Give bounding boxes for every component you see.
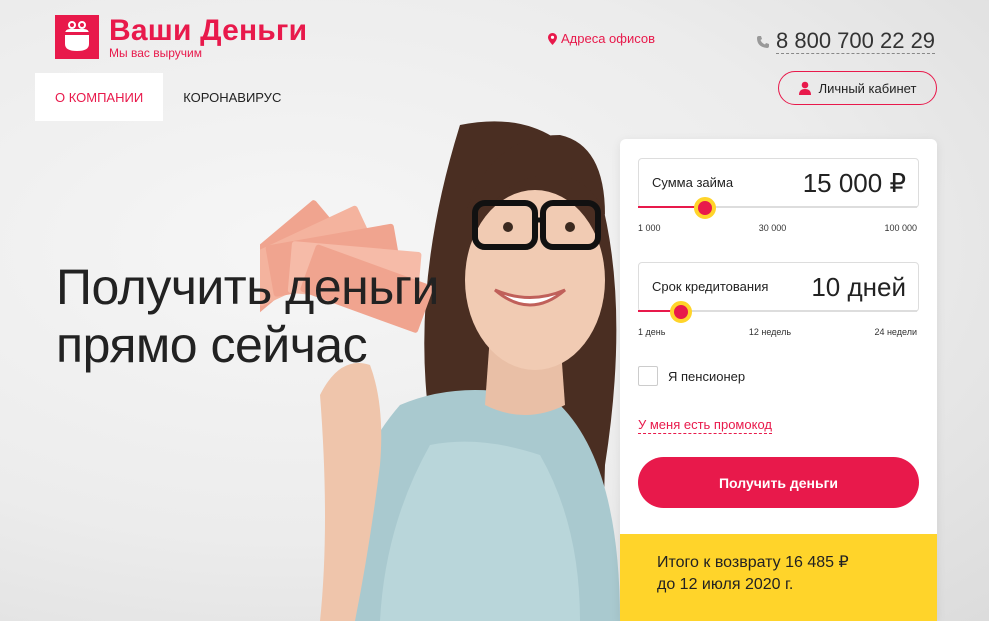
- office-address-link[interactable]: Адреса офисов: [548, 31, 655, 46]
- loan-term-slider[interactable]: [638, 301, 917, 323]
- loan-amount-tick-max: 100 000: [884, 223, 917, 233]
- loan-term-slider-thumb[interactable]: [670, 301, 693, 323]
- loan-term-tick-max: 24 недели: [874, 327, 917, 337]
- loan-amount-ticks: 1 000 30 000 100 000: [638, 223, 917, 233]
- brand-tagline: Мы вас выручим: [109, 46, 202, 60]
- phone-icon: [757, 35, 769, 48]
- loan-term-value: 10 дней: [811, 272, 906, 302]
- loan-amount-slider[interactable]: [638, 197, 917, 219]
- pensioner-label: Я пенсионер: [668, 368, 746, 384]
- loan-term-tick-mid: 12 недель: [748, 327, 792, 337]
- loan-term-tick-min: 1 день: [638, 327, 666, 337]
- loan-term-ticks: 1 день 12 недель 24 недели: [638, 327, 917, 337]
- user-icon: [798, 81, 811, 95]
- loan-term-label: Срок кредитования: [652, 279, 769, 294]
- phone-link[interactable]: 8 800 700 22 29: [756, 28, 936, 54]
- personal-account-button[interactable]: Личный кабинет: [778, 71, 937, 105]
- pensioner-checkbox-row[interactable]: Я пенсионер: [638, 366, 745, 386]
- pensioner-checkbox[interactable]: [638, 366, 658, 386]
- loan-calculator: Сумма займа 15 000 ₽ 1 000 30 000 100 00…: [620, 139, 937, 621]
- repayment-summary: Итого к возврату 16 485 ₽ до 12 июля 202…: [620, 534, 937, 621]
- hero-headline-line2: прямо сейчас: [56, 317, 368, 373]
- wallet-icon: [55, 15, 99, 59]
- promo-code-link[interactable]: У меня есть промокод: [638, 417, 772, 434]
- loan-amount-label: Сумма займа: [652, 175, 734, 190]
- hero-headline-line1: Получить деньги: [56, 259, 439, 315]
- loan-amount-field[interactable]: Сумма займа 15 000 ₽: [638, 158, 919, 208]
- repayment-total: Итого к возврату 16 485 ₽: [657, 554, 849, 571]
- loan-amount-value: 15 000 ₽: [802, 168, 906, 198]
- personal-account-label: Личный кабинет: [818, 80, 917, 96]
- repayment-date: до 12 июля 2020 г.: [657, 576, 794, 593]
- brand-name: Ваши Деньги: [109, 14, 308, 47]
- nav-item-about[interactable]: О КОМПАНИИ: [35, 73, 164, 121]
- phone-number: 8 800 700 22 29: [776, 28, 936, 54]
- brand-logo[interactable]: Ваши Деньги Мы вас выручим: [55, 15, 307, 60]
- map-pin-icon: [548, 32, 557, 45]
- loan-amount-tick-min: 1 000: [638, 223, 661, 233]
- office-address-label: Адреса офисов: [561, 31, 656, 46]
- loan-amount-slider-thumb[interactable]: [693, 197, 716, 219]
- get-money-button[interactable]: Получить деньги: [638, 457, 919, 508]
- hero-headline: Получить деньги прямо сейчас: [56, 258, 506, 374]
- loan-amount-tick-mid: 30 000: [758, 223, 787, 233]
